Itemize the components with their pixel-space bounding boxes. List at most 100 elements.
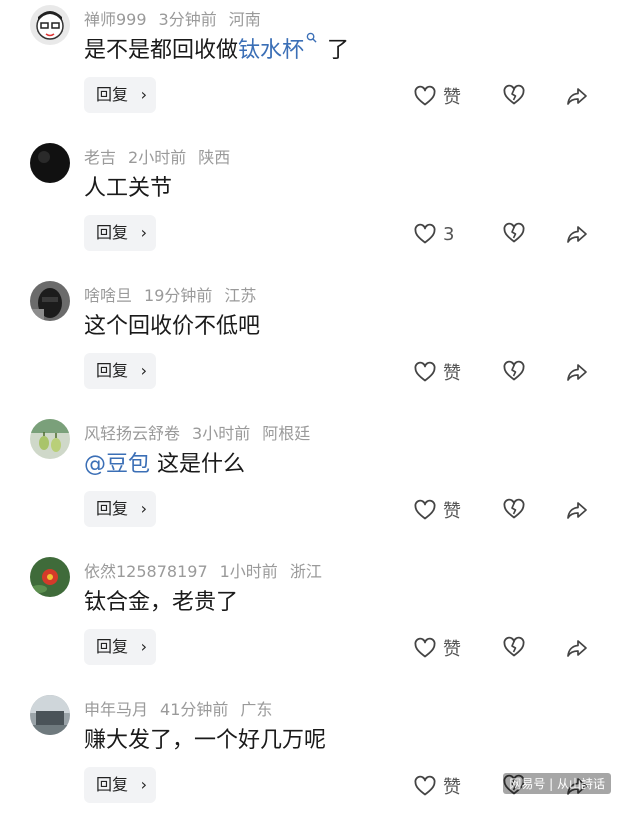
- dislike-button[interactable]: [502, 635, 526, 663]
- like-label: 赞: [443, 501, 461, 522]
- comment-text: 钛合金，老贵了: [84, 590, 239, 615]
- timestamp: 1小时前: [219, 562, 278, 581]
- share-icon: [565, 498, 589, 522]
- location: 江苏: [224, 286, 257, 305]
- like-button[interactable]: 3: [413, 221, 454, 247]
- comment-meta: 啥啥旦 19分钟前 江苏: [84, 282, 268, 306]
- share-button[interactable]: [565, 222, 589, 250]
- like-button[interactable]: 赞: [413, 497, 461, 523]
- share-button[interactable]: [565, 636, 589, 664]
- share-icon: [565, 84, 589, 108]
- reply-button[interactable]: 回复 ›: [84, 491, 156, 527]
- dislike-button[interactable]: [502, 221, 526, 249]
- timestamp: 3分钟前: [158, 10, 217, 29]
- like-count: 3: [443, 223, 455, 245]
- comment-item: 风轻扬云舒卷 3小时前 阿根廷 @豆包 这是什么 回复 › 赞: [0, 414, 619, 552]
- like-button[interactable]: 赞: [413, 359, 461, 385]
- reply-button[interactable]: 回复 ›: [84, 629, 156, 665]
- username[interactable]: 禅师999: [84, 10, 147, 29]
- like-label: 赞: [443, 87, 461, 108]
- avatar[interactable]: [30, 5, 70, 45]
- reply-label: 回复: [96, 499, 129, 518]
- timestamp: 3小时前: [192, 424, 251, 443]
- timestamp: 2小时前: [128, 148, 187, 167]
- comment-meta: 老吉 2小时前 陕西: [84, 144, 242, 168]
- heart-icon: [413, 84, 437, 108]
- share-icon: [565, 636, 589, 660]
- location: 广东: [240, 700, 273, 719]
- reply-button[interactable]: 回复 ›: [84, 353, 156, 389]
- chevron-right-icon: ›: [140, 775, 147, 794]
- reply-button[interactable]: 回复 ›: [84, 767, 156, 803]
- username[interactable]: 老吉: [84, 148, 116, 167]
- heart-icon: [413, 498, 437, 522]
- like-button[interactable]: 赞: [413, 635, 461, 661]
- chevron-right-icon: ›: [140, 361, 147, 380]
- location: 阿根廷: [262, 424, 311, 443]
- comment-text: 人工关节: [84, 176, 173, 201]
- comment-meta: 申年马月 41分钟前 广东: [84, 696, 284, 720]
- broken-heart-icon: [502, 359, 526, 383]
- like-label: 赞: [443, 363, 461, 384]
- dislike-button[interactable]: [502, 359, 526, 387]
- like-button[interactable]: 赞: [413, 773, 461, 799]
- username[interactable]: 申年马月: [84, 700, 148, 719]
- share-button[interactable]: [565, 498, 589, 526]
- broken-heart-icon: [502, 635, 526, 659]
- avatar[interactable]: [30, 419, 70, 459]
- comment-text-part: 了: [327, 38, 350, 63]
- dislike-button[interactable]: [502, 497, 526, 525]
- reply-button[interactable]: 回复 ›: [84, 215, 156, 251]
- comment-text: @豆包 这是什么: [84, 446, 245, 478]
- username[interactable]: 依然125878197: [84, 562, 208, 581]
- comment-meta: 禅师999 3分钟前 河南: [84, 6, 273, 30]
- mention-link[interactable]: @豆包: [84, 452, 150, 477]
- heart-icon: [413, 636, 437, 660]
- like-button[interactable]: 赞: [413, 83, 461, 109]
- location: 河南: [228, 10, 261, 29]
- comment-meta: 风轻扬云舒卷 3小时前 阿根廷: [84, 420, 322, 444]
- heart-icon: [413, 360, 437, 384]
- comment-text: 赚大发了，一个好几万呢: [84, 728, 327, 753]
- comment-item: 啥啥旦 19分钟前 江苏 这个回收价不低吧 回复 › 赞: [0, 276, 619, 414]
- reply-label: 回复: [96, 223, 129, 242]
- reply-button[interactable]: 回复 ›: [84, 77, 156, 113]
- comment-item: 申年马月 41分钟前 广东 赚大发了，一个好几万呢 回复 › 赞: [0, 690, 619, 828]
- avatar[interactable]: [30, 557, 70, 597]
- reply-label: 回复: [96, 85, 129, 104]
- comment-text-part: 是不是都回收做: [84, 38, 239, 63]
- search-icon[interactable]: [306, 32, 317, 43]
- comment-text: 是不是都回收做钛水杯了: [84, 32, 349, 64]
- search-link[interactable]: 钛水杯: [238, 38, 304, 63]
- share-icon: [565, 222, 589, 246]
- comment-text: 这个回收价不低吧: [84, 314, 261, 339]
- broken-heart-icon: [502, 497, 526, 521]
- comment-item: 依然125878197 1小时前 浙江 钛合金，老贵了 回复 › 赞: [0, 552, 619, 690]
- location: 陕西: [198, 148, 231, 167]
- comment-meta: 依然125878197 1小时前 浙江: [84, 558, 334, 582]
- chevron-right-icon: ›: [140, 637, 147, 656]
- dislike-button[interactable]: [502, 83, 526, 111]
- comment-item: 禅师999 3分钟前 河南 是不是都回收做钛水杯了 回复 › 赞: [0, 0, 619, 138]
- timestamp: 41分钟前: [160, 700, 229, 719]
- broken-heart-icon: [502, 83, 526, 107]
- heart-icon: [413, 222, 437, 246]
- share-icon: [565, 360, 589, 384]
- like-label: 赞: [443, 639, 461, 660]
- avatar[interactable]: [30, 695, 70, 735]
- avatar[interactable]: [30, 143, 70, 183]
- reply-label: 回复: [96, 361, 129, 380]
- comment-text-part: 这是什么: [157, 452, 246, 477]
- chevron-right-icon: ›: [140, 499, 147, 518]
- like-label: 赞: [443, 777, 461, 798]
- reply-label: 回复: [96, 637, 129, 656]
- username[interactable]: 啥啥旦: [84, 286, 132, 305]
- username[interactable]: 风轻扬云舒卷: [84, 424, 180, 443]
- watermark: 网易号 | 从山詩话: [503, 773, 611, 794]
- share-button[interactable]: [565, 360, 589, 388]
- timestamp: 19分钟前: [144, 286, 213, 305]
- heart-icon: [413, 774, 437, 798]
- avatar[interactable]: [30, 281, 70, 321]
- share-button[interactable]: [565, 84, 589, 112]
- location: 浙江: [289, 562, 322, 581]
